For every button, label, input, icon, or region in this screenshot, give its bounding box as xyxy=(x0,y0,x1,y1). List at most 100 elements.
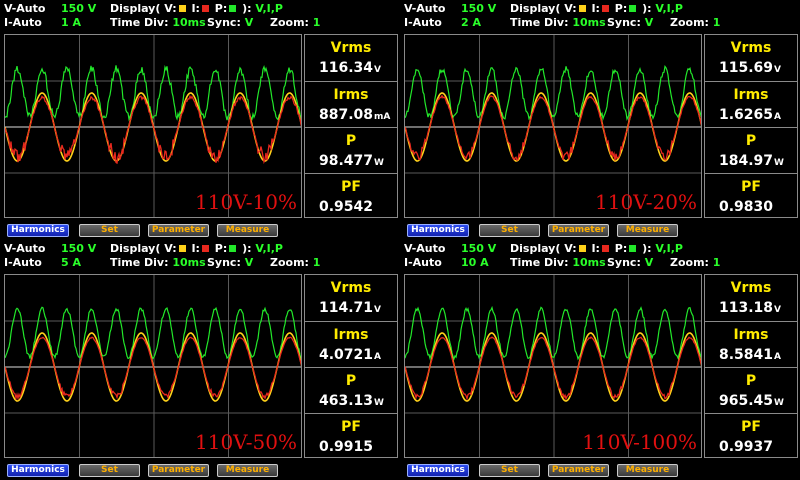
pf-label: PF xyxy=(341,419,361,435)
zoom-setting[interactable]: Zoom: 1 xyxy=(270,16,320,30)
pf-cell: PF 0.9937 xyxy=(705,413,797,459)
power-square-icon xyxy=(229,5,237,12)
irms-cell: Irms 1.6265A xyxy=(705,81,797,127)
zoom-setting[interactable]: Zoom: 1 xyxy=(670,16,720,30)
parameter-button[interactable]: Parameter xyxy=(148,464,209,477)
voltage-square-icon xyxy=(178,245,186,252)
power-unit: W xyxy=(774,398,784,408)
measure-button[interactable]: Measure xyxy=(217,464,278,477)
display-i-label: I: xyxy=(187,2,200,15)
current-range[interactable]: 2 A xyxy=(461,16,481,30)
pf-label: PF xyxy=(741,419,761,435)
time-div[interactable]: Time Div: 10ms xyxy=(510,256,606,270)
sync-setting[interactable]: Sync: V xyxy=(207,256,253,270)
harmonics-button[interactable]: Harmonics xyxy=(407,464,469,477)
sync-setting[interactable]: Sync: V xyxy=(207,16,253,30)
measurement-panel: Vrms 115.69V Irms 1.6265A P 184.97W PF 0… xyxy=(704,34,798,218)
harmonics-button[interactable]: Harmonics xyxy=(7,224,69,237)
power-cell: P 184.97W xyxy=(705,127,797,173)
waveform-display[interactable]: 110V-100% xyxy=(404,274,702,458)
vrms-value: 116.34V xyxy=(319,60,381,76)
waveform-display[interactable]: 110V-50% xyxy=(4,274,302,458)
power-unit: W xyxy=(374,158,384,168)
vrms-cell: Vrms 113.18V xyxy=(705,275,797,321)
measure-button[interactable]: Measure xyxy=(217,224,278,237)
display-setting[interactable]: Display( V: I: P: ): V,I,P xyxy=(510,2,683,16)
display-label: Display( V: xyxy=(510,242,577,255)
display-setting[interactable]: Display( V: I: P: ): V,I,P xyxy=(510,242,683,256)
power-number: 965.45 xyxy=(719,393,774,409)
pf-cell: PF 0.9915 xyxy=(305,413,397,459)
time-div[interactable]: Time Div: 10ms xyxy=(510,16,606,30)
display-label: Display( V: xyxy=(510,2,577,15)
status-header: V-Auto 150 V Display( V: I: P: ): V,I,P … xyxy=(0,240,400,272)
i-auto-label: I-Auto xyxy=(4,256,42,269)
set-button[interactable]: Set xyxy=(79,224,140,237)
display-setting[interactable]: Display( V: I: P: ): V,I,P xyxy=(110,2,283,16)
display-value: V,I,P xyxy=(655,2,683,15)
measurement-panel: Vrms 113.18V Irms 8.5841A P 965.45W PF 0… xyxy=(704,274,798,458)
parameter-button[interactable]: Parameter xyxy=(548,224,609,237)
sync-label: Sync: xyxy=(207,16,241,29)
pf-label: PF xyxy=(741,179,761,195)
v-auto-label: V-Auto xyxy=(404,242,446,255)
display-i-label: I: xyxy=(587,242,600,255)
set-button[interactable]: Set xyxy=(79,464,140,477)
current-range[interactable]: 10 A xyxy=(461,256,489,270)
voltage-range[interactable]: 150 V xyxy=(461,2,496,16)
set-button[interactable]: Set xyxy=(479,464,540,477)
voltage-range[interactable]: 150 V xyxy=(61,2,96,16)
analyzer-panel-1: V-Auto 150 V Display( V: I: P: ): V,I,P … xyxy=(0,0,400,240)
sync-label: Sync: xyxy=(607,256,641,269)
irms-label: Irms xyxy=(733,327,769,343)
voltage-range[interactable]: 150 V xyxy=(61,242,96,256)
display-p-label: P: xyxy=(610,2,628,15)
vrms-value: 113.18V xyxy=(719,300,781,316)
voltage-range[interactable]: 150 V xyxy=(461,242,496,256)
display-p-label: P: xyxy=(610,242,628,255)
power-unit: W xyxy=(374,398,384,408)
vrms-unit: V xyxy=(774,305,781,315)
measurement-panel: Vrms 116.34V Irms 887.08mA P 98.477W PF … xyxy=(304,34,398,218)
harmonics-button[interactable]: Harmonics xyxy=(7,464,69,477)
time-div[interactable]: Time Div: 10ms xyxy=(110,256,206,270)
status-header: V-Auto 150 V Display( V: I: P: ): V,I,P … xyxy=(400,240,800,272)
irms-number: 887.08 xyxy=(319,107,374,123)
display-label: Display( V: xyxy=(110,2,177,15)
power-square-icon xyxy=(629,245,637,252)
current-range[interactable]: 1 A xyxy=(61,16,81,30)
measure-button[interactable]: Measure xyxy=(617,464,678,477)
zoom-label: Zoom: xyxy=(670,256,709,269)
parameter-button[interactable]: Parameter xyxy=(148,224,209,237)
irms-cell: Irms 887.08mA xyxy=(305,81,397,127)
vrms-value: 115.69V xyxy=(719,60,781,76)
vrms-number: 116.34 xyxy=(319,60,374,76)
parameter-button[interactable]: Parameter xyxy=(548,464,609,477)
time-div[interactable]: Time Div: 10ms xyxy=(110,16,206,30)
waveform-display[interactable]: 110V-10% xyxy=(4,34,302,218)
harmonics-button[interactable]: Harmonics xyxy=(407,224,469,237)
status-header: V-Auto 150 V Display( V: I: P: ): V,I,P … xyxy=(0,0,400,32)
zoom-setting[interactable]: Zoom: 1 xyxy=(670,256,720,270)
power-label: P xyxy=(345,133,357,149)
sync-setting[interactable]: Sync: V xyxy=(607,16,653,30)
irms-label: Irms xyxy=(333,87,369,103)
zoom-value: 1 xyxy=(712,256,721,269)
pf-cell: PF 0.9830 xyxy=(705,173,797,219)
zoom-setting[interactable]: Zoom: 1 xyxy=(270,256,320,270)
vrms-cell: Vrms 115.69V xyxy=(705,35,797,81)
vrms-label: Vrms xyxy=(730,40,772,56)
zoom-label: Zoom: xyxy=(270,256,309,269)
irms-unit: A xyxy=(374,352,381,362)
current-range[interactable]: 5 A xyxy=(61,256,81,270)
power-square-icon xyxy=(229,245,237,252)
display-close: ): xyxy=(238,2,252,15)
time-div-label: Time Div: xyxy=(110,16,169,29)
measure-button[interactable]: Measure xyxy=(617,224,678,237)
set-button[interactable]: Set xyxy=(479,224,540,237)
waveform-display[interactable]: 110V-20% xyxy=(404,34,702,218)
power-number: 184.97 xyxy=(719,153,774,169)
sync-setting[interactable]: Sync: V xyxy=(607,256,653,270)
zoom-value: 1 xyxy=(712,16,721,29)
display-setting[interactable]: Display( V: I: P: ): V,I,P xyxy=(110,242,283,256)
